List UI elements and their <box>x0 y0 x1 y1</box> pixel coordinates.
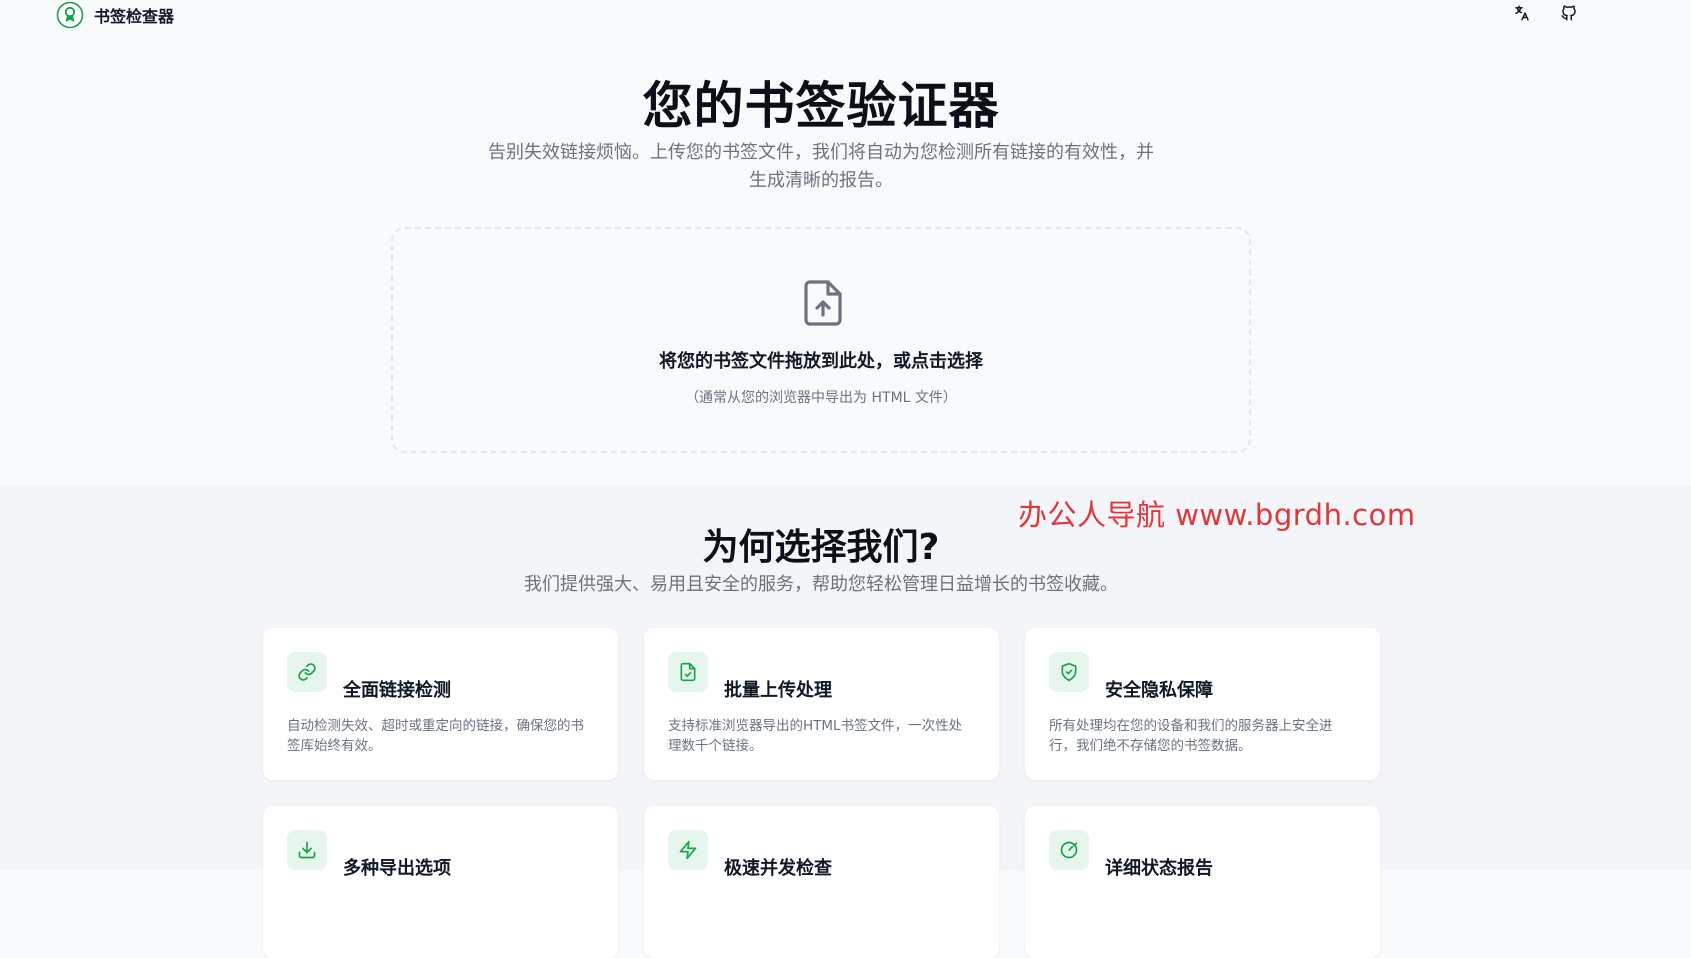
download-icon <box>287 830 327 870</box>
bookmark-file-dropzone[interactable]: 将您的书签文件拖放到此处，或点击选择 （通常从您的浏览器中导出为 HTML 文件… <box>391 227 1251 453</box>
feature-card-export: 多种导出选项 <box>263 806 618 958</box>
feature-title: 安全隐私保障 <box>1105 680 1213 701</box>
lightning-icon <box>668 830 708 870</box>
section-subtitle: 我们提供强大、易用且安全的服务，帮助您轻松管理日益增长的书签收藏。 <box>524 574 1118 595</box>
feature-description: 自动检测失效、超时或重定向的链接，确保您的书签库始终有效。 <box>287 718 584 754</box>
ribbon-logo-icon <box>56 1 84 29</box>
language-button[interactable] <box>1509 2 1535 28</box>
brand[interactable]: 书签检查器 <box>56 0 174 30</box>
feature-description: 支持标准浏览器导出的HTML书签文件，一次性处理数千个链接。 <box>668 718 963 754</box>
feature-card-link-check: 全面链接检测 自动检测失效、超时或重定向的链接，确保您的书签库始终有效。 <box>263 628 618 780</box>
section-title: 为何选择我们? <box>702 527 940 568</box>
page-title: 您的书签验证器 <box>642 77 1000 135</box>
feature-title: 批量上传处理 <box>724 680 832 701</box>
feature-card-report: 详细状态报告 <box>1025 806 1380 958</box>
link-icon <box>287 652 327 692</box>
github-icon <box>1560 4 1578 26</box>
shield-check-icon <box>1049 652 1089 692</box>
feature-title: 极速并发检查 <box>724 858 832 879</box>
feature-description: 所有处理均在您的设备和我们的服务器上安全进行，我们绝不存储您的书签数据。 <box>1049 718 1333 754</box>
feature-title: 多种导出选项 <box>343 858 451 879</box>
feature-card-fast-check: 极速并发检查 <box>644 806 999 958</box>
feature-card-privacy: 安全隐私保障 所有处理均在您的设备和我们的服务器上安全进行，我们绝不存储您的书签… <box>1025 628 1380 780</box>
gauge-icon <box>1049 830 1089 870</box>
dropzone-instruction: 将您的书签文件拖放到此处，或点击选择 <box>659 351 983 372</box>
feature-title: 详细状态报告 <box>1105 858 1213 879</box>
feature-title: 全面链接检测 <box>343 680 451 701</box>
page-subtitle: 告别失效链接烦恼。上传您的书签文件，我们将自动为您检测所有链接的有效性，并生成清… <box>488 142 1154 191</box>
github-button[interactable] <box>1556 2 1582 28</box>
file-check-icon <box>668 652 708 692</box>
dropzone-hint: （通常从您的浏览器中导出为 HTML 文件） <box>685 390 957 406</box>
feature-card-batch-upload: 批量上传处理 支持标准浏览器导出的HTML书签文件，一次性处理数千个链接。 <box>644 628 999 780</box>
translate-icon <box>1513 4 1531 26</box>
top-header: 书签检查器 <box>0 0 1691 32</box>
file-upload-icon <box>802 279 844 327</box>
brand-name: 书签检查器 <box>94 7 175 26</box>
